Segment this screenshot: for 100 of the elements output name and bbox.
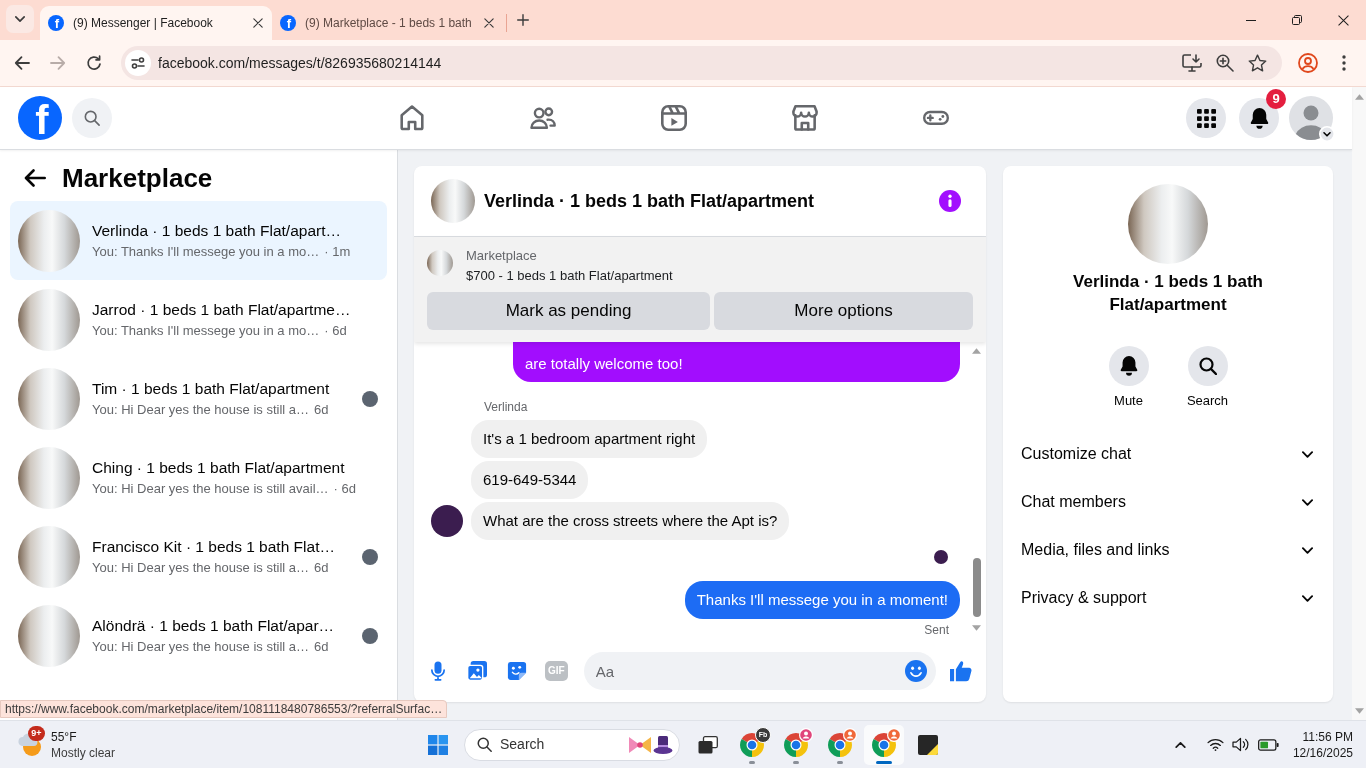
section-header[interactable]: Privacy & support <box>1003 574 1333 622</box>
person-circle-icon[interactable] <box>1298 53 1318 73</box>
zoom-in-icon[interactable] <box>1216 54 1234 72</box>
conversation-title: Francisco Kit · 1 beds 1 bath Flat… <box>92 537 335 557</box>
star-icon[interactable] <box>1248 54 1267 72</box>
listing-photo <box>427 250 453 276</box>
conversation-item[interactable]: Jarrod · 1 beds 1 bath Flat/apartme… You: Thanks I'll messege you in a mo… · 6d <box>10 280 387 359</box>
conversation-item[interactable]: Alöndrä · 1 beds 1 bath Flat/apar… You: Hi Dear yes the house is still a… 6d <box>10 596 387 675</box>
composer-bar[interactable]: Aa <box>583 652 936 690</box>
kebab-menu-icon[interactable] <box>1342 55 1346 71</box>
arrow-left-icon[interactable] <box>24 169 46 187</box>
microphone-icon[interactable] <box>431 661 445 681</box>
message-time: 6d <box>314 559 329 577</box>
top-hat-icon <box>653 734 673 755</box>
emoji-icon[interactable] <box>904 660 927 682</box>
browser-tab[interactable]: f (9) Messenger | Facebook <box>40 6 272 40</box>
search-icon <box>1198 357 1217 375</box>
image-icon[interactable] <box>467 661 487 681</box>
conversation-title: Jarrod · 1 beds 1 bath Flat/apartme… <box>92 300 351 320</box>
info-icon[interactable] <box>939 190 961 212</box>
notification-badge: 9+ <box>28 725 45 741</box>
chevron-down-icon <box>15 16 25 22</box>
message-bubble: 619-649-5344 <box>471 461 589 499</box>
search-icon <box>477 737 492 752</box>
address-field[interactable]: facebook.com/messages/t/826935680214144 <box>121 46 1282 80</box>
seen-avatar <box>934 550 948 564</box>
conversation-item[interactable]: Tim · 1 beds 1 bath Flat/apartment You: Hi Dear yes the house is still a… 6d <box>10 359 387 438</box>
listing-label: Marketplace <box>466 247 537 264</box>
chat-title: Verlinda · 1 beds 1 bath Flat/apartment <box>1072 271 1264 316</box>
store-icon[interactable] <box>791 105 818 131</box>
minimize-icon[interactable] <box>1246 19 1256 21</box>
menu-button[interactable] <box>1186 98 1226 138</box>
section-header[interactable]: Customize chat <box>1003 430 1333 478</box>
delivery-status: Sent <box>924 623 949 637</box>
search-field[interactable]: Search <box>500 734 590 755</box>
plus-icon[interactable] <box>517 14 529 26</box>
message-preview: You: Thanks I'll messege you in a mo… <box>92 243 320 261</box>
weather-condition: Mostly clear <box>51 744 115 761</box>
temperature: 55°F <box>51 728 77 745</box>
listing-photo <box>431 179 475 223</box>
close-icon[interactable] <box>484 18 494 28</box>
message-field[interactable]: Aa <box>595 659 899 683</box>
message-time: · 6d <box>333 480 356 498</box>
restore-icon[interactable] <box>1292 15 1302 25</box>
tab-list-button[interactable] <box>6 5 34 33</box>
message-time: · 1m <box>324 243 351 261</box>
sliders-icon[interactable] <box>125 50 151 76</box>
conversation-item[interactable]: Ching · 1 beds 1 bath Flat/apartment You: Hi Dear yes the house is still avail… · 6d <box>10 438 387 517</box>
chat-title: Verlinda · 1 beds 1 bath Flat/apartment <box>484 189 815 213</box>
message-time: 6d <box>314 401 329 419</box>
message-preview: You: Thanks I'll messege you in a mo… <box>92 322 320 340</box>
sticker-icon[interactable] <box>507 661 527 681</box>
chevron-up-icon[interactable] <box>1174 741 1186 748</box>
reload-icon[interactable] <box>86 55 102 71</box>
close-icon[interactable] <box>1337 14 1349 26</box>
message-bubble: It's a 1 bedroom apartment right <box>471 420 708 458</box>
chevron-down-icon[interactable] <box>1319 126 1335 142</box>
message-preview: You: Hi Dear yes the house is still a… <box>92 401 309 419</box>
thumbs-up-icon[interactable] <box>949 660 972 682</box>
message-bubble: Thanks I'll messege you in a moment! <box>684 581 960 619</box>
message-time: 6d <box>314 638 329 656</box>
arrow-left-icon[interactable] <box>14 55 30 71</box>
listing-summary: $700 - 1 beds 1 bath Flat/apartment <box>466 267 673 285</box>
close-icon[interactable] <box>253 18 263 28</box>
message-time: · 6d <box>324 322 347 340</box>
listing-action-button[interactable]: Mark as pending <box>427 292 710 330</box>
bow-icon <box>628 734 652 755</box>
favicon-logo: f <box>48 15 64 31</box>
sender-name: Verlinda <box>484 399 528 415</box>
conversation-title: Tim · 1 beds 1 bath Flat/apartment <box>92 379 330 399</box>
search-button[interactable] <box>1187 346 1228 386</box>
battery-icon[interactable] <box>1257 738 1279 751</box>
conversation-title: Ching · 1 beds 1 bath Flat/apartment <box>92 458 345 478</box>
scrollbar-thumb[interactable] <box>972 558 981 617</box>
task-view-icon <box>698 735 718 754</box>
conversation-item[interactable]: Francisco Kit · 1 beds 1 bath Flat… You: Hi Dear yes the house is still a… 6d <box>10 517 387 596</box>
search-bar[interactable]: Search <box>464 728 680 761</box>
speaker-icon[interactable] <box>1231 737 1249 752</box>
people-icon[interactable] <box>529 105 556 131</box>
section-header[interactable]: Chat members <box>1003 478 1333 526</box>
install-icon[interactable] <box>1182 54 1202 72</box>
section-header[interactable]: Media, files and links <box>1003 526 1333 574</box>
browser-tab[interactable]: f (9) Marketplace - 1 beds 1 bath <box>272 6 506 40</box>
message-preview: You: Hi Dear yes the house is still a… <box>92 638 309 656</box>
button-label: Mute <box>1114 393 1143 409</box>
wifi-icon[interactable] <box>1206 738 1224 751</box>
home-icon[interactable] <box>398 105 425 131</box>
listing-action-button[interactable]: More options <box>714 292 973 330</box>
mute-button[interactable] <box>1108 346 1149 386</box>
grid-icon <box>1196 108 1216 128</box>
logo[interactable]: f <box>18 96 62 140</box>
sticky-note-icon <box>918 734 938 755</box>
video-icon[interactable] <box>660 105 687 131</box>
conversation-item[interactable]: Verlinda · 1 beds 1 bath Flat/apart… You: Thanks I'll messege you in a mo… · 1m <box>10 201 387 280</box>
search-icon <box>84 110 100 126</box>
button-label: Search <box>1186 393 1229 409</box>
start-icon[interactable] <box>428 734 448 755</box>
clock-time: 11:56 PM <box>1302 728 1353 745</box>
bell-icon <box>1249 107 1269 129</box>
favicon-logo: f <box>280 15 296 31</box>
